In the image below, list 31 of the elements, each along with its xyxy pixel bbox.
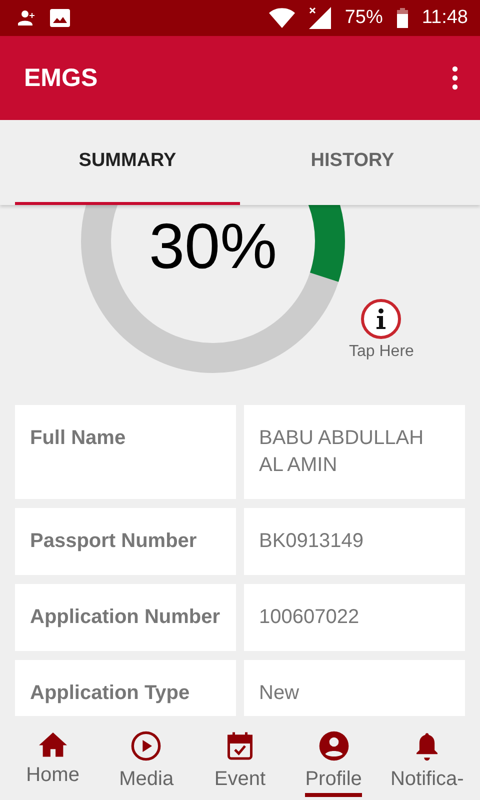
tab[interactable]: HISTORY [240, 120, 465, 205]
add-contact-icon [18, 10, 36, 26]
nav-tab[interactable]: Event [214, 768, 266, 797]
nav-tab[interactable]: Notifica- [390, 768, 464, 797]
nav-tab[interactable]: Profile [305, 768, 362, 797]
field-label: Passport Number [15, 508, 236, 575]
battery-percentage: 75% [344, 7, 383, 29]
overflow-menu-icon[interactable] [452, 66, 458, 90]
user-icon [318, 730, 350, 762]
clock-time: 11:48 [422, 7, 468, 29]
nav-tab[interactable]: Media [119, 768, 174, 797]
field-label: Full Name [15, 405, 236, 499]
signal-icon [308, 7, 331, 29]
battery-icon [396, 8, 408, 28]
nav-tab[interactable]: Home [26, 764, 80, 793]
field-value: New [244, 660, 465, 716]
field-value: 100607022 [244, 584, 465, 651]
field-label: Application Number [15, 584, 236, 651]
play-icon [130, 730, 162, 762]
field-value: BK0913149 [244, 508, 465, 575]
home-icon [36, 730, 69, 758]
image-icon [50, 9, 70, 27]
app-title: EMGS [24, 64, 98, 92]
wifi-icon [268, 8, 295, 28]
tab[interactable]: SUMMARY [15, 120, 240, 205]
field-label: Application Type [15, 660, 236, 716]
calendar-icon [224, 730, 255, 762]
progress-percentage: 30% [148, 209, 278, 283]
info-icon[interactable] [361, 299, 402, 339]
field-value: BABU ABDULLAH AL AMIN [244, 405, 465, 499]
tap-here-label[interactable]: Tap Here [349, 343, 414, 361]
